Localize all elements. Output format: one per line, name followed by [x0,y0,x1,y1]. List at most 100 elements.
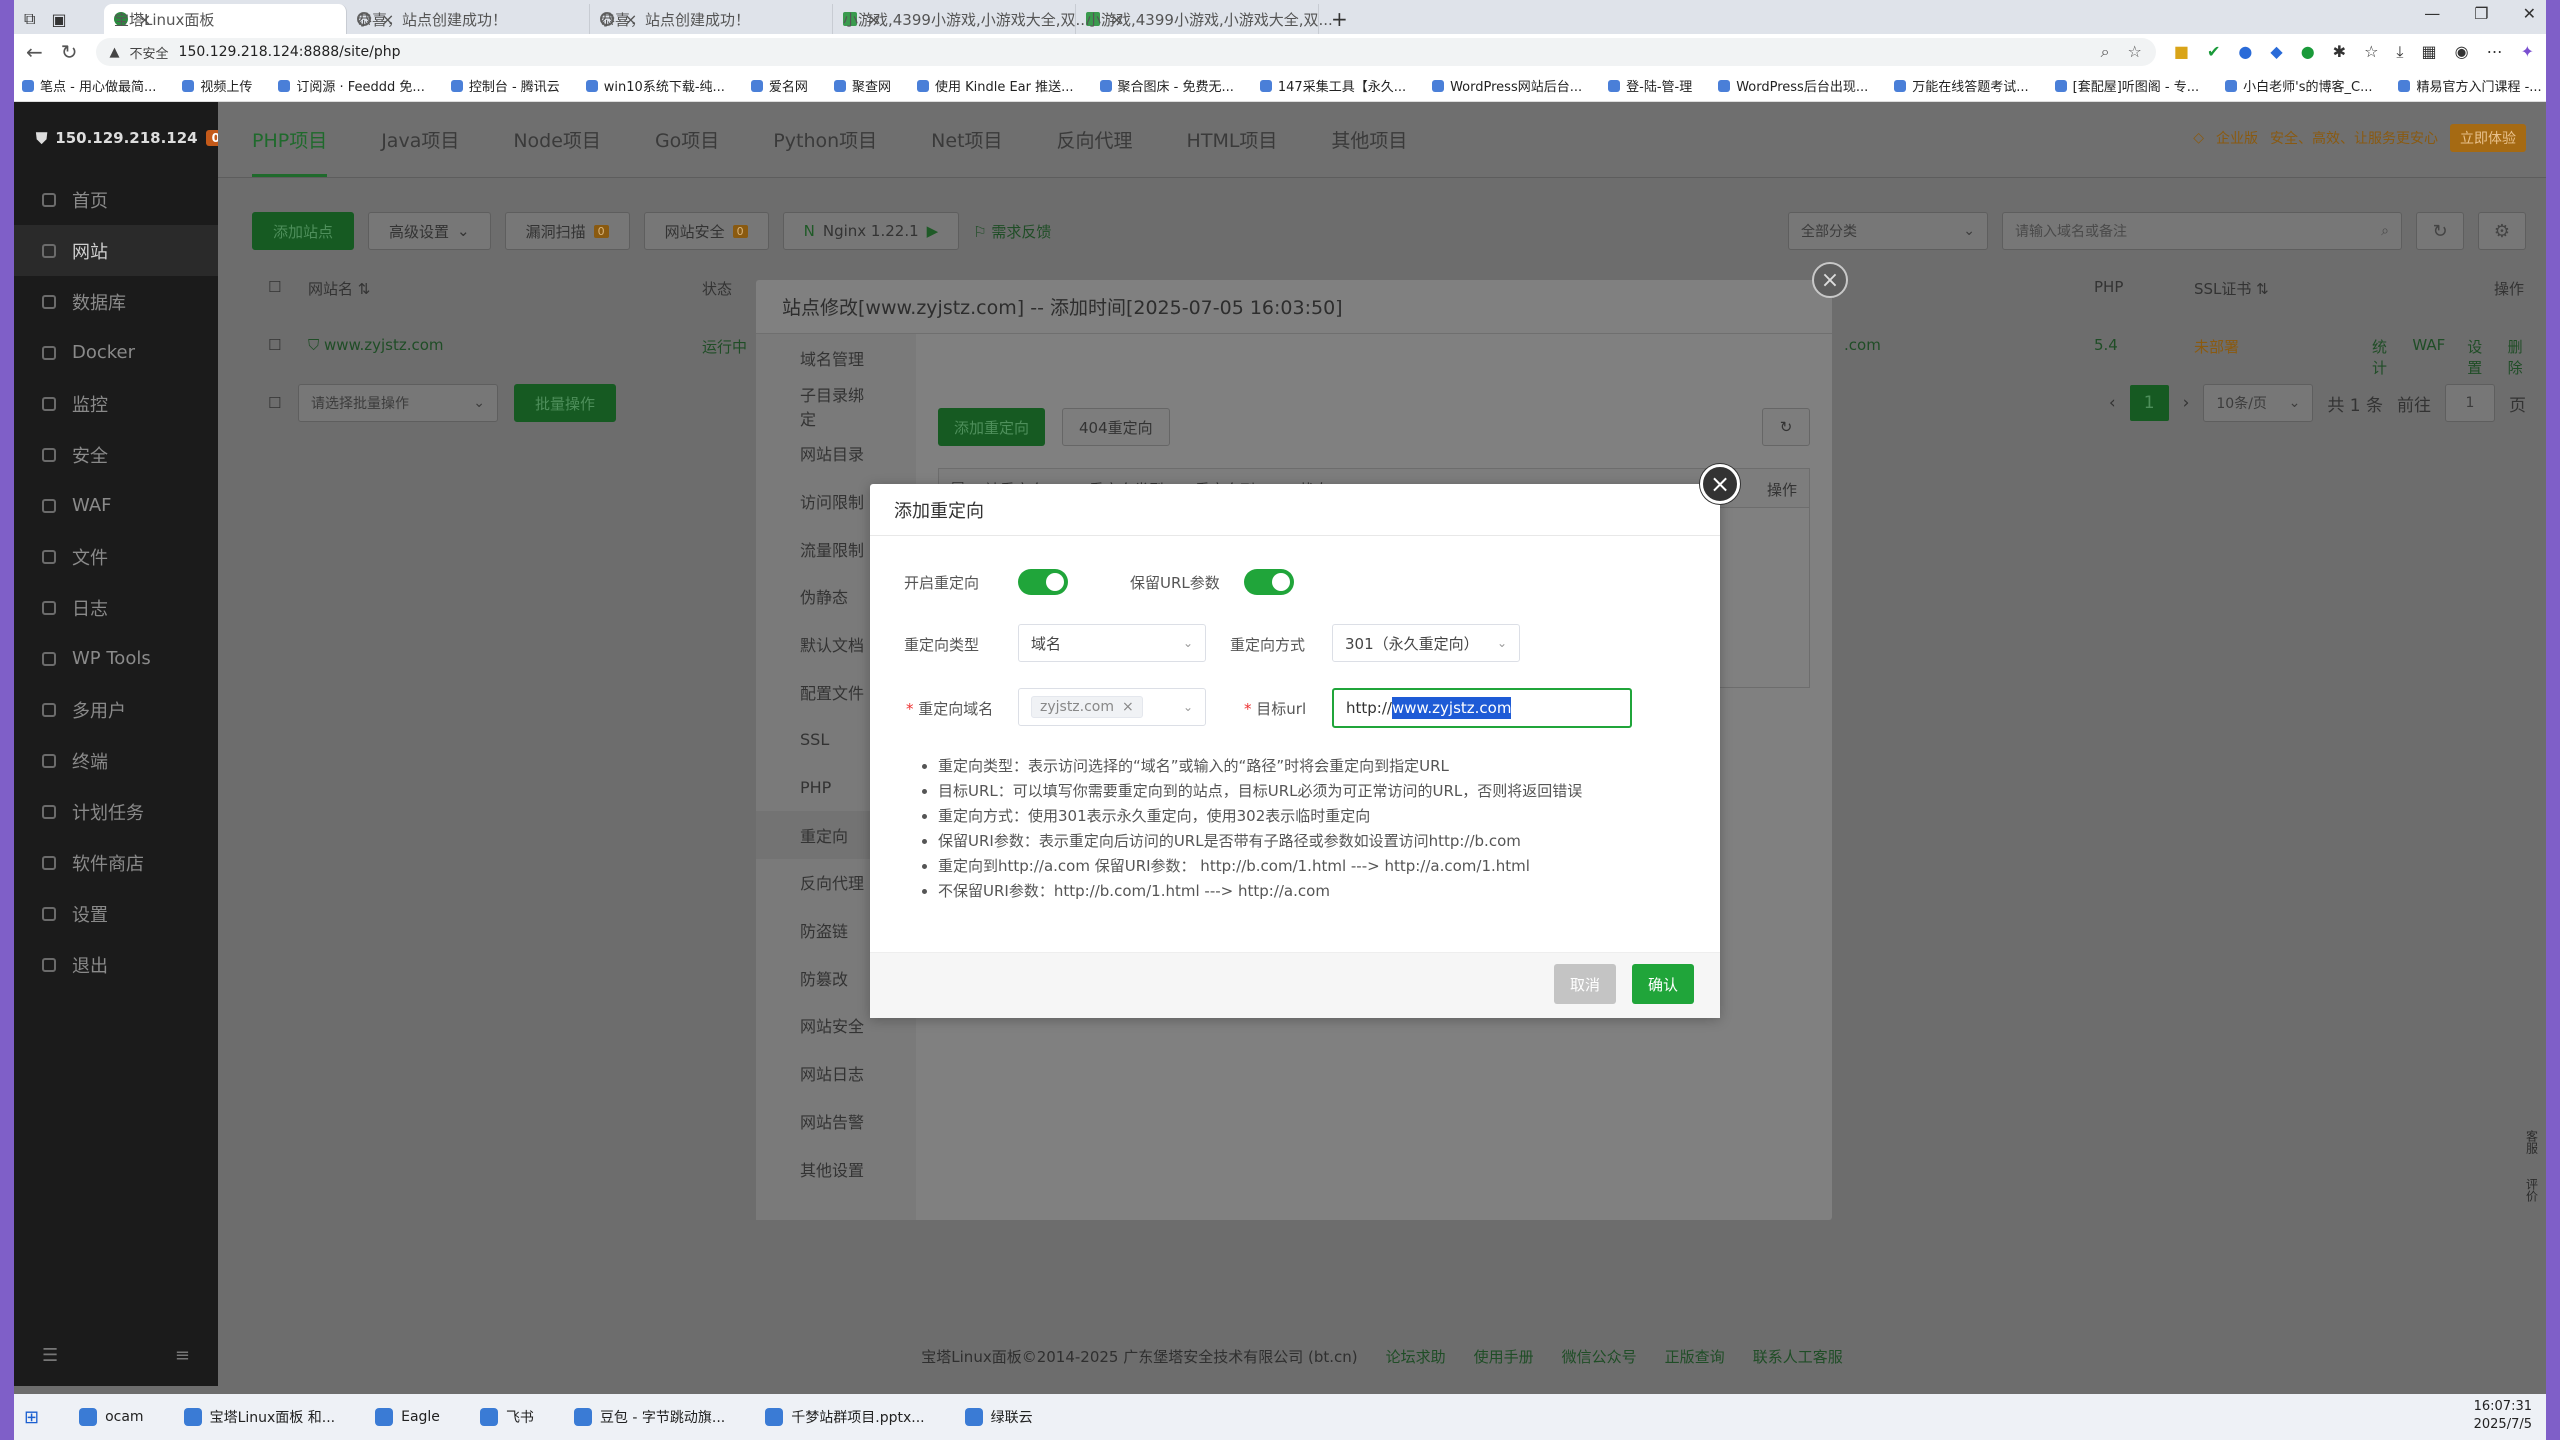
dialog-nav-item-1[interactable]: 子目录绑定 [756,382,916,430]
url-text[interactable]: 150.129.218.124:8888/site/php [179,44,401,60]
tab-project-6[interactable]: 反向代理 [1057,126,1133,153]
redirect-method-select[interactable]: 301（永久重定向） ⌄ [1332,624,1520,662]
browser-tab-4[interactable]: 小游戏,4399小游戏,小游戏大全,双... × [1076,4,1333,34]
tab-project-8[interactable]: 其他项目 [1331,126,1407,153]
bookmark-item[interactable]: 使用 Kindle Ear 推送... [916,76,1074,95]
sidebar-item-11[interactable]: 终端 [14,735,218,786]
tab-project-3[interactable]: Go项目 [655,126,719,153]
bookmark-item[interactable]: [套配屋]听图阁 - 专... [2054,76,2199,95]
nginx-button[interactable]: N Nginx 1.22.1 ▶ [782,212,960,250]
download-icon[interactable]: ⤓ [2396,42,2403,62]
sidebar-item-7[interactable]: 文件 [14,531,218,582]
target-url-input[interactable]: http://www.zyjstz.com [1332,688,1632,728]
checkbox-icon[interactable]: ☐ [268,394,281,412]
taskbar-app-6[interactable]: 绿联云 [964,1407,1033,1427]
tab-project-5[interactable]: Net项目 [931,126,1002,153]
browser-tab-1[interactable]: 恭喜，站点创建成功！ × [347,4,590,34]
redirect-type-select[interactable]: 域名 ⌄ [1018,624,1206,662]
footer-link[interactable]: 正版查询 [1665,1348,1725,1366]
browser-tab-2[interactable]: 恭喜，站点创建成功！ × [590,4,833,34]
col-name[interactable]: 网站名 ⇅ [308,278,370,299]
dialog-nav-item-17[interactable]: 其他设置 [756,1145,916,1193]
next-page-icon[interactable]: › [2183,393,2190,413]
blue-ext-icon[interactable]: ● [2238,42,2252,62]
check-ext-icon[interactable]: ✔ [2207,42,2220,62]
workspaces-icon[interactable]: ⧉ [24,9,35,29]
bookmark-item[interactable]: 控制台 - 腾讯云 [450,76,560,95]
sidebar-item-9[interactable]: WP Tools [14,633,218,684]
sidebar-item-8[interactable]: 日志 [14,582,218,633]
bookmark-item[interactable]: 登-陆-管-理 [1608,76,1692,95]
dialog-nav-item-0[interactable]: 域名管理 [756,334,916,382]
customer-service-button[interactable]: 客服 [2524,1130,2541,1154]
redirect-404-button[interactable]: 404重定向 [1062,408,1170,446]
bookmark-item[interactable]: 精易官方入门课程 -... [2398,76,2542,95]
page-1[interactable]: 1 [2129,385,2169,421]
prev-page-icon[interactable]: ‹ [2109,393,2116,413]
feedback-rating-button[interactable]: 评价 [2524,1178,2541,1202]
sidebar-item-0[interactable]: 首页 [14,174,218,225]
sidebar-item-4[interactable]: 监控 [14,378,218,429]
col-status[interactable]: 状态 [702,278,732,299]
footer-link[interactable]: 联系人工客服 [1753,1348,1843,1366]
tab-actions-icon[interactable]: ▣ [51,10,66,29]
taskbar-app-2[interactable]: Eagle [375,1407,440,1427]
bookmark-item[interactable]: WordPress网站后台... [1432,76,1582,95]
shield-ext-icon[interactable]: ◆ [2270,42,2282,62]
sidebar-item-12[interactable]: 计划任务 [14,786,218,837]
window-close-icon[interactable]: ✕ [2523,4,2536,23]
enable-redirect-toggle[interactable] [1018,569,1068,595]
warning-icon[interactable]: ▲ [110,45,120,60]
batch-select[interactable]: 请选择批量操作 ⌄ [298,384,498,422]
taskbar-app-5[interactable]: 千梦站群项目.pptx... [765,1407,925,1427]
footer-link[interactable]: 使用手册 [1474,1348,1534,1366]
favorites-icon[interactable]: ☆ [2364,42,2378,62]
settings-button[interactable]: ⚙ [2478,212,2526,250]
bookmark-item[interactable]: 万能在线答题考试... [1894,76,2029,95]
advanced-settings-button[interactable]: 高级设置 ⌄ [368,212,491,250]
row-action-link[interactable]: 设置 [2467,336,2485,378]
bookmark-item[interactable]: 视频上传 [182,76,252,95]
footer-link[interactable]: 论坛求助 [1386,1348,1446,1366]
modal-close-icon[interactable]: × [1700,464,1740,504]
bookmark-item[interactable]: 聚合图床 - 免费无... [1099,76,1234,95]
row-action-link[interactable]: 统计 [2372,336,2390,378]
tab-project-1[interactable]: Java项目 [381,126,459,153]
chip-close-icon[interactable]: × [1122,699,1134,715]
collapse-icon[interactable]: ☰ [42,1345,58,1366]
back-icon[interactable]: ← [26,40,43,64]
star-icon[interactable]: ☆ [2128,42,2142,62]
site-status[interactable]: 运行中 [702,336,747,357]
vuln-scan-button[interactable]: 漏洞扫描 0 [504,212,630,250]
profile-avatar-icon[interactable]: ◉ [2455,42,2469,62]
row-action-link[interactable]: WAF [2412,336,2445,378]
goto-input[interactable]: 1 [2445,384,2495,422]
browser-tab-3[interactable]: 小游戏,4399小游戏,小游戏大全,双... × [833,4,1090,34]
search-input[interactable]: 请输入域名或备注 ⌕ [2002,212,2402,250]
sidebar-item-15[interactable]: 退出 [14,939,218,990]
more-icon[interactable]: ⋯ [2487,42,2503,62]
green-check-icon[interactable]: ● [2301,42,2315,62]
site-ssl[interactable]: 未部署 [2194,336,2239,357]
bookmark-item[interactable]: 订阅源 · Feeddd 免... [278,76,425,95]
bookmark-item[interactable]: 小白老师's的博客_C... [2225,76,2372,95]
site-security-button[interactable]: 网站安全 0 [643,212,769,250]
taskbar-app-1[interactable]: 宝塔Linux面板 和... [183,1407,335,1427]
sidebar-item-6[interactable]: WAF [14,480,218,531]
restore-icon[interactable]: ❐ [2474,4,2488,23]
dialog-nav-item-2[interactable]: 网站目录 [756,429,916,477]
sidebar-item-14[interactable]: 设置 [14,888,218,939]
footer-link[interactable]: 微信公众号 [1562,1348,1637,1366]
bookmark-item[interactable]: win10系统下载-纯... [585,76,725,95]
tab-project-7[interactable]: HTML项目 [1187,126,1278,153]
insecure-label[interactable]: 不安全 [130,43,169,62]
address-bar[interactable]: ▲ 不安全 150.129.218.124:8888/site/php ⌕ ☆ [95,38,2156,66]
site-php[interactable]: 5.4 [2094,336,2118,354]
keep-params-toggle[interactable] [1244,569,1294,595]
tab-project-2[interactable]: Node项目 [513,126,601,153]
site-link[interactable]: ⛉ www.zyjstz.com [308,336,444,354]
dialog-nav-item-15[interactable]: 网站日志 [756,1049,916,1097]
folder-ext-icon[interactable]: ■ [2174,42,2189,62]
sidebar-item-13[interactable]: 软件商店 [14,837,218,888]
minimize-icon[interactable]: — [2424,4,2440,23]
